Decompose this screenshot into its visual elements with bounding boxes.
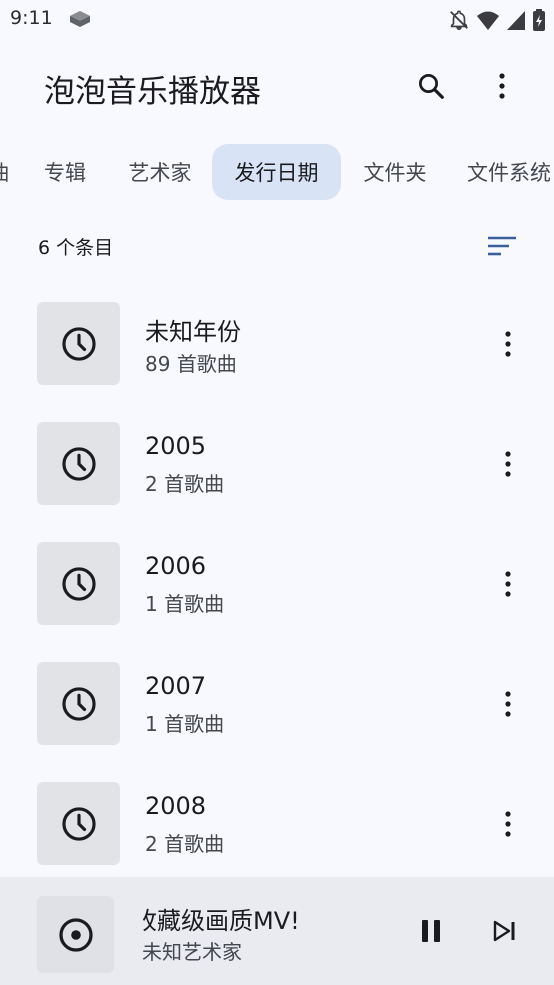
now-playing-title: 收藏级画质MV! bbox=[143, 907, 300, 935]
search-button[interactable] bbox=[409, 64, 453, 108]
more-vert-icon bbox=[505, 331, 511, 357]
item-title: 未知年份 bbox=[145, 318, 241, 346]
list-header: 6 个条目 bbox=[0, 226, 554, 266]
signal-icon bbox=[506, 9, 526, 35]
status-bar: 9:11 bbox=[0, 0, 554, 38]
search-icon bbox=[419, 74, 444, 99]
clock-icon bbox=[61, 686, 96, 721]
app-title: 泡泡音乐播放器 bbox=[44, 74, 261, 110]
item-title: 2005 bbox=[145, 432, 207, 460]
item-thumbnail bbox=[37, 302, 120, 385]
tab-albums[interactable]: 专辑 bbox=[30, 144, 100, 200]
more-vert-icon bbox=[505, 691, 511, 717]
tab-label: 发行日期 bbox=[234, 161, 319, 185]
tab-label: 曲 bbox=[0, 157, 10, 187]
item-title: 2008 bbox=[145, 792, 207, 820]
tab-label: 专辑 bbox=[44, 161, 86, 185]
album-art bbox=[37, 896, 114, 973]
now-playing-title-container: 收藏级画质MV! bbox=[143, 901, 323, 935]
item-title: 2007 bbox=[145, 672, 207, 700]
notifications-off-icon bbox=[448, 9, 470, 35]
more-vert-icon bbox=[499, 73, 505, 99]
more-options-button[interactable] bbox=[480, 64, 524, 108]
item-subtitle: 89 首歌曲 bbox=[145, 352, 237, 376]
tab-label: 艺术家 bbox=[128, 161, 192, 185]
item-more-button[interactable] bbox=[492, 444, 524, 484]
app-bar: 泡泡音乐播放器 bbox=[0, 50, 554, 122]
item-more-button[interactable] bbox=[492, 564, 524, 604]
battery-icon bbox=[532, 8, 546, 36]
item-thumbnail bbox=[37, 662, 120, 745]
disc-icon bbox=[58, 917, 93, 952]
item-subtitle: 2 首歌曲 bbox=[145, 832, 225, 856]
tab-folders[interactable]: 文件夹 bbox=[350, 144, 440, 200]
status-time: 9:11 bbox=[10, 7, 53, 29]
item-more-button[interactable] bbox=[492, 324, 524, 364]
list-item[interactable]: 2005 2 首歌曲 bbox=[0, 402, 554, 522]
item-more-button[interactable] bbox=[492, 804, 524, 844]
item-subtitle: 2 首歌曲 bbox=[145, 472, 225, 496]
app-notification-icon bbox=[68, 9, 92, 33]
list-item[interactable]: 未知年份 89 首歌曲 bbox=[0, 282, 554, 402]
mini-player[interactable]: 收藏级画质MV! 未知艺术家 bbox=[0, 877, 554, 985]
more-vert-icon bbox=[505, 571, 511, 597]
item-thumbnail bbox=[37, 422, 120, 505]
sort-button[interactable] bbox=[484, 230, 520, 262]
clock-icon bbox=[61, 326, 96, 361]
skip-next-icon bbox=[493, 920, 515, 942]
item-subtitle: 1 首歌曲 bbox=[145, 712, 225, 736]
item-thumbnail bbox=[37, 782, 120, 865]
tab-artists[interactable]: 艺术家 bbox=[114, 144, 206, 200]
tab-label: 文件系统 bbox=[467, 161, 551, 185]
tab-file-system[interactable]: 文件系统 bbox=[458, 144, 554, 200]
item-more-button[interactable] bbox=[492, 684, 524, 724]
list-item[interactable]: 2006 1 首歌曲 bbox=[0, 522, 554, 642]
clock-icon bbox=[61, 806, 96, 841]
item-count: 6 个条目 bbox=[38, 237, 114, 259]
tab-release-date[interactable]: 发行日期 bbox=[212, 144, 341, 200]
item-subtitle: 1 首歌曲 bbox=[145, 592, 225, 616]
clock-icon bbox=[61, 566, 96, 601]
item-thumbnail bbox=[37, 542, 120, 625]
more-vert-icon bbox=[505, 451, 511, 477]
skip-next-button[interactable] bbox=[484, 910, 526, 952]
pause-button[interactable] bbox=[410, 910, 452, 952]
tab-label: 文件夹 bbox=[363, 161, 427, 185]
category-tabs: 曲 专辑 艺术家 发行日期 文件夹 文件系统 bbox=[0, 144, 554, 200]
pause-icon bbox=[422, 920, 440, 942]
list-item[interactable]: 2007 1 首歌曲 bbox=[0, 642, 554, 762]
tab-songs[interactable]: 曲 bbox=[0, 144, 12, 200]
item-title: 2006 bbox=[145, 552, 207, 580]
now-playing-artist: 未知艺术家 bbox=[142, 940, 242, 964]
sort-icon bbox=[488, 236, 516, 256]
wifi-icon bbox=[476, 9, 500, 35]
list-item[interactable]: 2008 2 首歌曲 bbox=[0, 762, 554, 882]
clock-icon bbox=[61, 446, 96, 481]
more-vert-icon bbox=[505, 811, 511, 837]
